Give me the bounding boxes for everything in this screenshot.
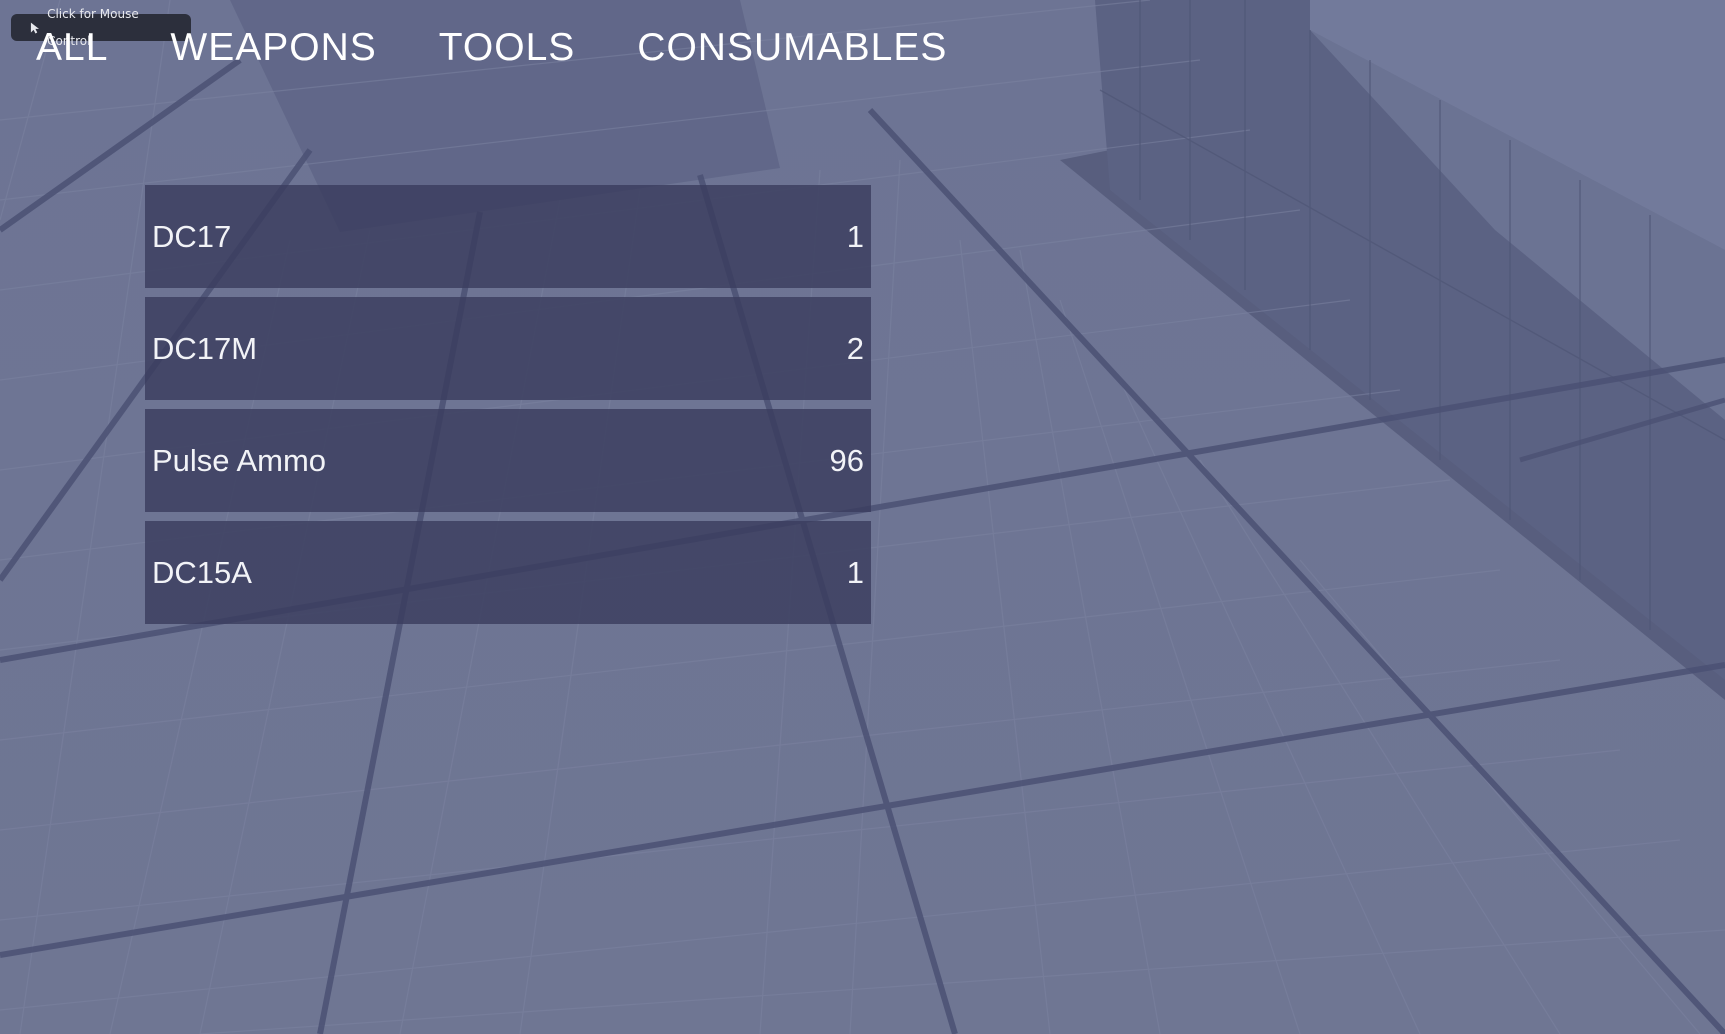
inventory-item[interactable]: DC15A 1: [145, 521, 871, 624]
item-name: DC17M: [152, 330, 258, 366]
inventory-item[interactable]: Pulse Ammo 96: [145, 409, 871, 512]
item-quantity: 2: [846, 330, 864, 366]
tab-tools[interactable]: TOOLS: [439, 26, 576, 70]
tab-consumables[interactable]: CONSUMABLES: [637, 26, 947, 70]
inventory-category-tabs: ALL WEAPONS TOOLS CONSUMABLES: [36, 26, 1009, 70]
game-viewport[interactable]: Click for Mouse Control ALL WEAPONS TOOL…: [0, 0, 1725, 1034]
item-name: DC17: [152, 218, 232, 254]
inventory-item[interactable]: DC17M 2: [145, 297, 871, 400]
item-name: DC15A: [152, 554, 252, 590]
item-quantity: 1: [846, 554, 864, 590]
inventory-item[interactable]: DC17 1: [145, 185, 871, 288]
tab-weapons[interactable]: WEAPONS: [170, 26, 376, 70]
item-quantity: 96: [829, 442, 864, 478]
tab-all[interactable]: ALL: [36, 26, 108, 70]
item-name: Pulse Ammo: [152, 442, 327, 478]
inventory-list: DC17 1 DC17M 2 Pulse Ammo 96 DC15A 1: [145, 185, 871, 633]
item-quantity: 1: [846, 218, 864, 254]
